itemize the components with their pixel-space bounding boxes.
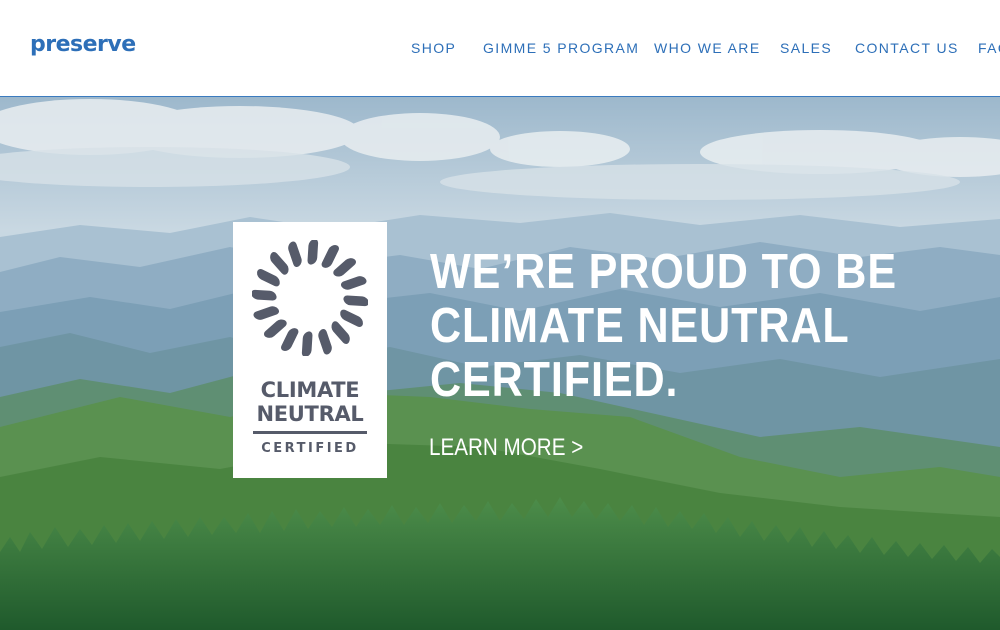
sun-ray	[264, 319, 287, 338]
climate-neutral-badge: CLIMATE NEUTRAL CERTIFIED	[233, 222, 387, 478]
sun-ray	[257, 269, 280, 287]
site-header: preserve SHOP GIMME 5 PROGRAM WHO WE ARE…	[0, 0, 1000, 97]
badge-line-3: CERTIFIED	[261, 441, 359, 456]
sun-ray	[301, 331, 313, 356]
sun-ray	[307, 240, 319, 265]
sun-ray	[343, 295, 368, 307]
nav-who-we-are[interactable]: WHO WE ARE	[654, 40, 761, 56]
nav-gimme-5-program[interactable]: GIMME 5 PROGRAM	[483, 40, 639, 56]
sun-ray	[331, 321, 350, 344]
sun-ray	[270, 252, 289, 275]
sun-ray	[253, 306, 280, 320]
sun-ray	[321, 245, 339, 268]
sun-burst-icon	[252, 240, 368, 356]
sun-ray	[333, 258, 356, 277]
hero-headline: WE’RE PROUD TO BE CLIMATE NEUTRAL CERTIF…	[430, 245, 897, 407]
headline-line-1: WE’RE PROUD TO BE	[430, 245, 897, 299]
sun-ray	[340, 276, 367, 290]
headline-line-3: CERTIFIED.	[430, 353, 679, 407]
headline-line-2: CLIMATE NEUTRAL	[430, 299, 850, 353]
sun-ray	[340, 309, 363, 327]
nav-sales[interactable]: SALES	[780, 40, 832, 56]
sun-ray	[318, 328, 332, 355]
sun-ray	[281, 328, 299, 351]
learn-more-link[interactable]: LEARN MORE >	[429, 434, 583, 462]
badge-divider	[253, 431, 367, 434]
sun-ray	[252, 289, 277, 301]
nav-contact-us[interactable]: CONTACT US	[855, 40, 959, 56]
badge-line-1: CLIMATE	[260, 378, 360, 402]
badge-line-2: NEUTRAL	[256, 402, 364, 426]
hero-banner: CLIMATE NEUTRAL CERTIFIED WE’RE PROUD TO…	[0, 97, 1000, 630]
nav-shop[interactable]: SHOP	[411, 40, 456, 56]
main-nav: SHOP GIMME 5 PROGRAM WHO WE ARE SALES CO…	[0, 40, 1000, 60]
nav-faq[interactable]: FAQ	[978, 40, 1000, 56]
sun-ray	[288, 241, 302, 268]
